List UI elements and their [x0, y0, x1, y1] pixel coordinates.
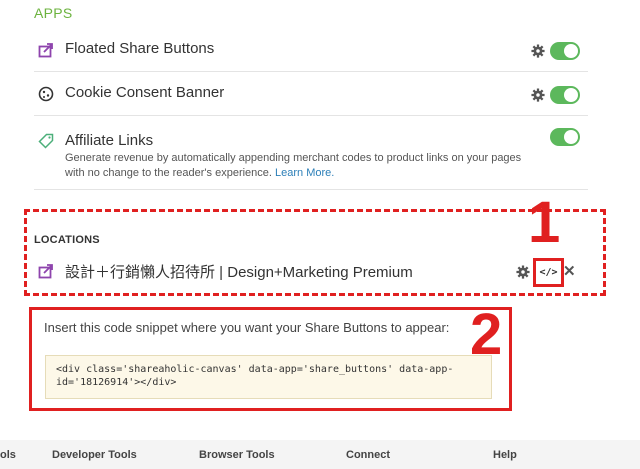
- content-panel-bottom: [30, 411, 508, 440]
- footer-link-browser-tools[interactable]: Browser Tools: [199, 449, 275, 461]
- enable-toggle[interactable]: [550, 128, 580, 146]
- app-name: Cookie Consent Banner: [65, 84, 225, 101]
- annotation-number-one: 1: [528, 190, 561, 255]
- share-icon: [38, 43, 53, 58]
- enable-toggle[interactable]: [550, 86, 580, 104]
- enable-toggle[interactable]: [550, 42, 580, 60]
- annotation-number-two: 2: [470, 302, 503, 367]
- app-description: Generate revenue by automatically append…: [65, 151, 525, 181]
- code-line: id='18126914'></div>: [56, 377, 177, 388]
- footer-link-developer-tools[interactable]: Developer Tools: [52, 449, 137, 461]
- app-row-affiliate-links: Affiliate Links Generate revenue by auto…: [34, 116, 588, 190]
- learn-more-link[interactable]: Learn More.: [275, 167, 334, 179]
- share-icon: [38, 264, 53, 279]
- gear-icon[interactable]: [516, 265, 530, 279]
- gear-icon[interactable]: [531, 44, 545, 58]
- tag-icon: [38, 133, 54, 149]
- locations-section-title: LOCATIONS: [34, 234, 100, 246]
- snippet-instruction: Insert this code snippet where you want …: [44, 320, 450, 335]
- code-line: <div class='shareaholic-canvas' data-app…: [56, 364, 454, 375]
- code-snippet-textarea[interactable]: <div class='shareaholic-canvas' data-app…: [45, 355, 492, 399]
- app-row-cookie-consent-banner: Cookie Consent Banner: [34, 72, 588, 116]
- app-row-floated-share-buttons: Floated Share Buttons: [34, 28, 588, 72]
- location-name: 設計＋行銷懶人招待所 | Design+Marketing Premium: [65, 264, 413, 281]
- app-name: Floated Share Buttons: [65, 40, 215, 57]
- code-snippet-button[interactable]: </>: [533, 258, 564, 287]
- cookie-icon: [38, 86, 54, 102]
- close-icon[interactable]: ✕: [563, 262, 576, 280]
- footer-link[interactable]: ols: [0, 449, 16, 461]
- annotation-box-locations: [24, 209, 606, 296]
- footer-link-connect[interactable]: Connect: [346, 449, 390, 461]
- app-name: Affiliate Links: [65, 132, 154, 149]
- gear-icon[interactable]: [531, 88, 545, 102]
- apps-section-title: APPS: [34, 5, 73, 21]
- footer-link-help[interactable]: Help: [493, 449, 517, 461]
